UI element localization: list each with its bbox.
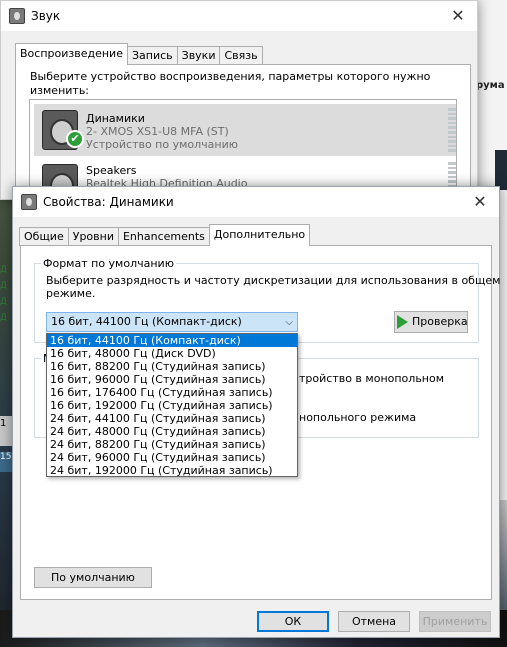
- device-name: Динамики: [86, 112, 145, 125]
- instruction-text: Выберите устройство воспроизведения, пар…: [30, 70, 431, 97]
- dropdown-option[interactable]: 24 бит, 48000 Гц (Студийная запись): [47, 425, 297, 438]
- dropdown-option[interactable]: 16 бит, 192000 Гц (Студийная запись): [47, 399, 297, 412]
- close-icon[interactable]: ✕: [469, 191, 491, 213]
- dropdown-option[interactable]: 24 бит, 192000 Гц (Студийная запись): [47, 464, 297, 477]
- properties-tabs: Общие Уровни Enhancements Дополнительно: [19, 224, 311, 246]
- tab-enhancements[interactable]: Enhancements: [117, 227, 210, 246]
- test-button[interactable]: Проверка: [394, 311, 468, 333]
- close-icon[interactable]: ✕: [447, 5, 469, 27]
- device-name: Speakers: [86, 164, 137, 177]
- play-icon: [397, 315, 408, 329]
- background-window-strip-blue: 15: [0, 452, 12, 472]
- background-window-strip: 1: [0, 416, 12, 446]
- sample-rate-select[interactable]: 16 бит, 44100 Гц (Компакт-диск) ⌵: [46, 312, 298, 332]
- background-window-text: Д Д Д Д: [0, 265, 8, 323]
- sound-window: Звук ✕ Воспроизведение Запись Звуки Связ…: [0, 0, 478, 204]
- speaker-icon: [21, 194, 37, 210]
- dropdown-option[interactable]: 16 бит, 96000 Гц (Студийная запись): [47, 373, 297, 386]
- tab-playback[interactable]: Воспроизведение: [15, 43, 128, 65]
- tab-general[interactable]: Общие: [19, 227, 69, 246]
- window-title: Свойства: Динамики: [43, 195, 174, 209]
- volume-level-meter: [448, 108, 456, 152]
- background-thumbnail: [495, 150, 507, 190]
- selected-format: 16 бит, 44100 Гц (Компакт-диск): [51, 315, 242, 328]
- dropdown-option[interactable]: 16 бит, 176400 Гц (Студийная запись): [47, 386, 297, 399]
- default-check-icon: ✔: [66, 130, 84, 148]
- group-label: Формат по умолчанию: [41, 257, 176, 270]
- window-title: Звук: [31, 9, 61, 23]
- tab-sounds[interactable]: Звуки: [176, 46, 221, 65]
- properties-titlebar: Свойства: Динамики ✕: [13, 187, 499, 217]
- device-model: 2- XMOS XS1-U8 MFA (ST): [86, 125, 229, 138]
- dropdown-option[interactable]: 24 бит, 44100 Гц (Студийная запись): [47, 412, 297, 425]
- tab-levels[interactable]: Уровни: [67, 227, 119, 246]
- dropdown-option[interactable]: 16 бит, 88200 Гц (Студийная запись): [47, 360, 297, 373]
- tab-recording[interactable]: Запись: [126, 46, 178, 65]
- format-description: Выберите разрядность и частоту дискретиз…: [46, 274, 501, 300]
- device-status: Устройство по умолчанию: [86, 138, 239, 151]
- chevron-down-icon: ⌵: [285, 317, 293, 328]
- cancel-button[interactable]: Отмена: [338, 611, 410, 632]
- ok-button[interactable]: ОК: [257, 611, 329, 632]
- exclusive-option-2: нопольного режима: [299, 411, 417, 424]
- dropdown-option[interactable]: 24 бит, 96000 Гц (Студийная запись): [47, 451, 297, 464]
- sound-titlebar: Звук ✕: [1, 1, 477, 31]
- background-window-text-right: рума: [476, 80, 505, 91]
- dropdown-option[interactable]: 16 бит, 44100 Гц (Компакт-диск): [47, 334, 297, 347]
- device-item-speakers-xmos[interactable]: ✔ Динамики 2- XMOS XS1-U8 MFA (ST) Устро…: [34, 104, 456, 156]
- sound-tabs: Воспроизведение Запись Звуки Связь: [15, 43, 263, 65]
- tab-communications[interactable]: Связь: [219, 46, 263, 65]
- sample-rate-dropdown: 16 бит, 44100 Гц (Компакт-диск) 16 бит, …: [46, 333, 298, 477]
- exclusive-option-1: тройство в монопольном: [299, 372, 445, 385]
- dropdown-option[interactable]: 16 бит, 48000 Гц (Диск DVD): [47, 347, 297, 360]
- apply-button[interactable]: Применить: [419, 611, 491, 632]
- speaker-icon: [9, 8, 25, 24]
- restore-defaults-button[interactable]: По умолчанию: [34, 567, 152, 588]
- dropdown-option[interactable]: 24 бит, 88200 Гц (Студийная запись): [47, 438, 297, 451]
- tab-advanced[interactable]: Дополнительно: [208, 224, 311, 246]
